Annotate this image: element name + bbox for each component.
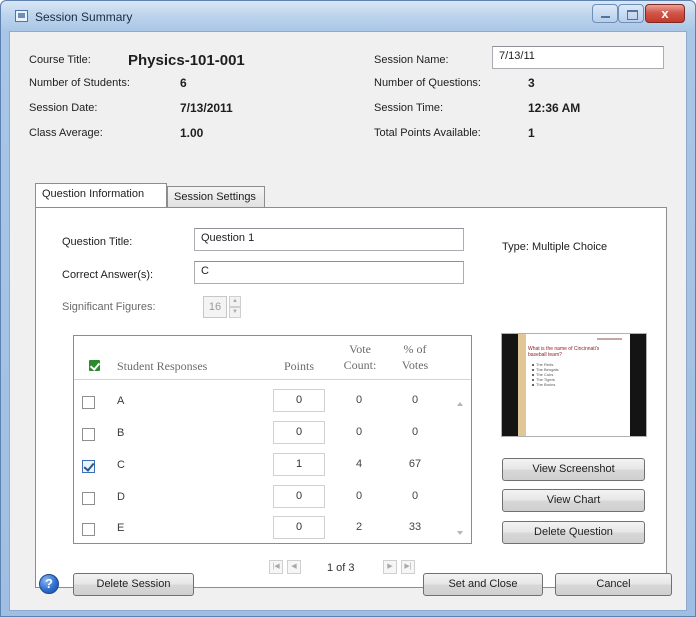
students-label: Number of Students: — [29, 77, 130, 89]
grid-scrollbar[interactable] — [452, 382, 470, 543]
maximize-button[interactable] — [618, 4, 644, 23]
correct-answer-field[interactable]: C — [194, 261, 464, 284]
dialog-body: Course Title: Physics-101-001 Number of … — [9, 31, 687, 611]
correct-checkbox[interactable] — [82, 460, 95, 473]
vote-count: 0 — [355, 426, 363, 438]
table-row: B 0 0 0 — [74, 417, 471, 449]
cancel-button[interactable]: Cancel — [555, 573, 672, 596]
questions-label: Number of Questions: — [374, 77, 481, 89]
header-percent-votes: % of Votes — [401, 342, 429, 372]
class-average-label: Class Average: — [29, 127, 103, 139]
tab-session-settings[interactable]: Session Settings — [167, 186, 265, 208]
header-vote-count: Vote Count: — [343, 342, 377, 372]
percent-votes: 0 — [411, 426, 419, 438]
scroll-down-icon[interactable] — [457, 531, 463, 535]
view-chart-button[interactable]: View Chart — [502, 489, 645, 512]
minimize-button[interactable] — [592, 4, 618, 23]
session-time-label: Session Time: — [374, 102, 444, 114]
session-summary-window: Session Summary x Course Title: Physics-… — [0, 0, 696, 617]
header-student-responses: Student Responses — [117, 359, 208, 373]
view-screenshot-button[interactable]: View Screenshot — [502, 458, 645, 481]
significant-figures-label: Significant Figures: — [62, 301, 156, 313]
total-points-label: Total Points Available: — [374, 127, 481, 139]
delete-session-button[interactable]: Delete Session — [73, 573, 194, 596]
spin-up-icon[interactable]: ▲ — [229, 296, 241, 307]
response-letter: C — [117, 459, 125, 471]
vote-count: 2 — [355, 521, 363, 533]
tab-question-information[interactable]: Question Information — [35, 183, 167, 207]
points-field[interactable]: 0 — [273, 421, 325, 444]
page-indicator: 1 of 3 — [327, 562, 355, 574]
next-page-icon[interactable]: ▶ — [383, 560, 397, 574]
session-name-label: Session Name: — [374, 54, 449, 66]
question-type-label: Type: Multiple Choice — [502, 241, 608, 253]
vote-count: 4 — [355, 458, 363, 470]
table-row: A 0 0 0 — [74, 385, 471, 417]
points-field[interactable]: 0 — [273, 389, 325, 412]
course-title-label: Course Title: — [29, 54, 91, 66]
session-time-value: 12:36 AM — [528, 101, 581, 115]
window-title: Session Summary — [35, 10, 133, 24]
grid-header: Student Responses Points Vote Count: % o… — [74, 336, 471, 380]
correct-checkbox[interactable] — [82, 396, 95, 409]
responses-grid: Student Responses Points Vote Count: % o… — [73, 335, 472, 544]
header-points: Points — [283, 359, 314, 373]
question-title-field[interactable]: Question 1 — [194, 228, 464, 251]
vote-count: 0 — [355, 394, 363, 406]
correct-answer-label: Correct Answer(s): — [62, 269, 154, 281]
scroll-up-icon[interactable] — [457, 402, 463, 406]
table-row: E 0 2 33 — [74, 512, 471, 544]
response-letter: E — [117, 522, 125, 534]
percent-votes: 33 — [408, 521, 422, 533]
response-letter: B — [117, 427, 125, 439]
spin-down-icon[interactable]: ▼ — [229, 307, 241, 318]
green-checkmark-icon — [88, 359, 101, 372]
points-field[interactable]: 0 — [273, 516, 325, 539]
question-title-label: Question Title: — [62, 236, 133, 248]
course-title-value: Physics-101-001 — [128, 52, 245, 69]
close-button[interactable]: x — [645, 4, 685, 23]
title-bar[interactable]: Session Summary x — [1, 1, 695, 31]
points-field[interactable]: 0 — [273, 485, 325, 508]
percent-votes: 0 — [411, 394, 419, 406]
thumbnail-bullets: The Reds The Bengals The Cubs The Tigers… — [536, 362, 559, 387]
table-row: C 1 4 67 — [74, 449, 471, 481]
delete-question-button[interactable]: Delete Question — [502, 521, 645, 544]
response-letter: A — [117, 395, 125, 407]
last-page-icon[interactable]: ▶| — [401, 560, 415, 574]
points-field[interactable]: 1 — [273, 453, 325, 476]
correct-checkbox[interactable] — [82, 492, 95, 505]
previous-page-icon[interactable]: ◀ — [287, 560, 301, 574]
first-page-icon[interactable]: |◀ — [269, 560, 283, 574]
percent-votes: 67 — [408, 458, 422, 470]
correct-checkbox[interactable] — [82, 523, 95, 536]
session-date-value: 7/13/2011 — [180, 101, 233, 115]
percent-votes: 0 — [411, 490, 419, 502]
question-information-panel: Question Title: Question 1 Correct Answe… — [35, 207, 667, 588]
session-name-field[interactable]: 7/13/11 — [492, 46, 664, 69]
correct-checkbox[interactable] — [82, 428, 95, 441]
significant-figures-field[interactable]: 16 — [203, 296, 227, 318]
close-icon: x — [661, 6, 669, 21]
questions-value: 3 — [528, 76, 535, 90]
total-points-value: 1 — [528, 126, 535, 140]
vote-count: 0 — [355, 490, 363, 502]
response-letter: D — [117, 491, 125, 503]
thumbnail-question-text: What is the name of Cincinnati's basebal… — [528, 346, 600, 358]
table-row: D 0 0 0 — [74, 481, 471, 513]
session-window-icon — [15, 10, 28, 22]
students-value: 6 — [180, 76, 187, 90]
help-icon[interactable]: ? — [39, 574, 59, 594]
session-date-label: Session Date: — [29, 102, 98, 114]
set-and-close-button[interactable]: Set and Close — [423, 573, 543, 596]
question-screenshot-thumbnail: What is the name of Cincinnati's basebal… — [501, 333, 647, 437]
class-average-value: 1.00 — [180, 126, 204, 140]
